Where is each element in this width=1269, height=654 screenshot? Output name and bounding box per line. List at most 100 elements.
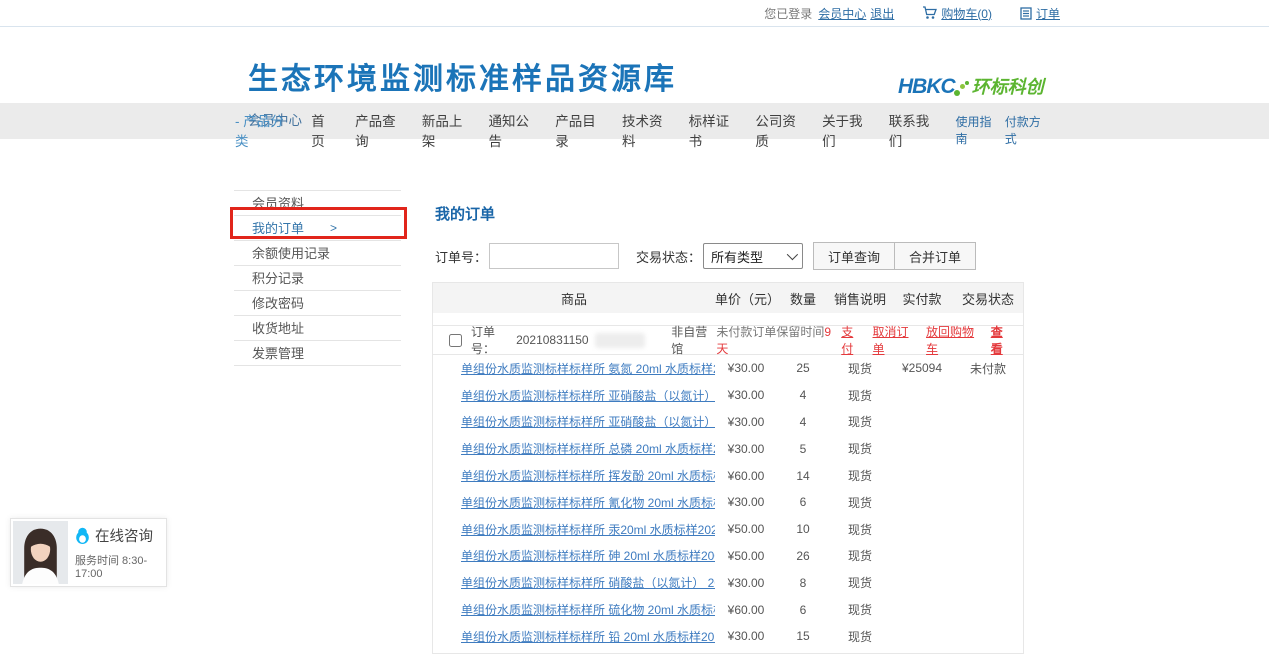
unit-price: ¥30.00 — [715, 495, 777, 509]
login-status: 您已登录 会员中心退出 — [764, 5, 894, 22]
site-logo-text[interactable]: 生态环境监测标准样品资源库 — [248, 65, 677, 95]
quantity: 15 — [777, 629, 829, 643]
product-link[interactable]: 单组份水质监测标样标样所 砷 20ml 水质标样200455 — [433, 547, 715, 564]
brand-name-cn: 环标科创 — [972, 73, 1044, 99]
sidebar-item[interactable]: 我的订单 > — [234, 216, 401, 241]
site-header: 生态环境监测标准样品资源库 HBKC 环标科创 - 产品分类 首页产品查询新品上… — [0, 27, 1269, 103]
topbar: 您已登录 会员中心退出 购物车(0) 订单 — [0, 0, 1269, 27]
shop-tag: 非自营馆 — [671, 323, 716, 357]
order-link[interactable]: 订单 — [1036, 5, 1060, 22]
order-search-form: 订单号： 交易状态： 所有类型 订单查询 合并订单 — [435, 242, 1024, 270]
column-header: 销售说明 — [829, 289, 891, 308]
order-action-link[interactable]: 取消订单 — [873, 323, 918, 357]
status-label: 交易状态： — [636, 247, 701, 266]
order-product-row: 单组份水质监测标样标样所 总磷 20ml 水质标样203997 ¥30.00 5… — [433, 435, 1023, 462]
qq-penguin-icon — [75, 527, 90, 544]
product-link[interactable]: 单组份水质监测标样标样所 亚硝酸盐（以氮计） 20ml 水质标样200644 — [433, 413, 715, 430]
order-no-value: 20210831150 — [516, 333, 589, 347]
nav-category-bullet: - — [235, 114, 240, 129]
sale-note: 现货 — [829, 601, 891, 618]
hbkc-brand-logo: HBKC 环标科创 — [898, 73, 1044, 99]
merge-orders-button[interactable]: 合并订单 — [894, 242, 976, 270]
sidebar-item-label: 我的订单 — [252, 221, 304, 236]
order-action-link[interactable]: 查看 — [991, 323, 1013, 357]
sale-note: 现货 — [829, 413, 891, 430]
sale-note: 现货 — [829, 574, 891, 591]
quantity: 6 — [777, 603, 829, 617]
product-link[interactable]: 单组份水质监测标样标样所 亚硝酸盐（以氮计） 20ml 水质标样200643 — [433, 387, 715, 404]
order-checkbox[interactable] — [449, 334, 462, 347]
sale-note: 现货 — [829, 387, 891, 404]
unit-price: ¥30.00 — [715, 629, 777, 643]
product-link[interactable]: 单组份水质监测标样标样所 汞20ml 水质标样202051 — [433, 521, 715, 538]
sidebar-item-label: 发票管理 — [252, 346, 304, 361]
hbkc-logo-dots-icon — [953, 81, 969, 99]
column-header: 实付款 — [891, 289, 953, 308]
order-no-prefix: 订单号： — [471, 323, 516, 357]
sidebar-item-label: 修改密码 — [252, 296, 304, 311]
active-arrow-icon: > — [330, 216, 337, 241]
content-area: 会员资料 我的订单 > 余额使用记录 积分记录 修改密码 — [0, 139, 1269, 619]
order-group: 订单 — [1020, 5, 1060, 22]
product-link[interactable]: 单组份水质监测标样标样所 硝酸盐（以氮计） 20ml 水质标样200850 — [433, 574, 715, 591]
sidebar-item[interactable]: 发票管理 — [234, 341, 401, 366]
sale-note: 现货 — [829, 440, 891, 457]
sidebar-item-label: 积分记录 — [252, 271, 304, 286]
unit-price: ¥60.00 — [715, 603, 777, 617]
paid-amount: ¥25094 — [891, 361, 953, 375]
orders-panel: 我的订单 订单号： 交易状态： 所有类型 订单查询 合并订单 商品单价（元）数量… — [432, 190, 1024, 654]
order-list-icon — [1020, 7, 1032, 20]
product-link[interactable]: 单组份水质监测标样标样所 总磷 20ml 水质标样203997 — [433, 440, 715, 457]
sale-note: 现货 — [829, 494, 891, 511]
order-product-row: 单组份水质监测标样标样所 挥发酚 20ml 水质标样200364 ¥60.00 … — [433, 462, 1023, 489]
unit-price: ¥30.00 — [715, 361, 777, 375]
product-link[interactable]: 单组份水质监测标样标样所 硫化物 20ml 水质标样205544 — [433, 601, 715, 618]
sidebar-item[interactable]: 积分记录 — [234, 266, 401, 291]
sidebar-item-label: 余额使用记录 — [252, 246, 330, 261]
sidebar-item[interactable]: 会员资料 — [234, 191, 401, 216]
order-product-row: 单组份水质监测标样标样所 亚硝酸盐（以氮计） 20ml 水质标样200644 ¥… — [433, 409, 1023, 436]
orders-table: 商品单价（元）数量销售说明实付款交易状态 订单号：20210831150 非自营… — [432, 282, 1024, 654]
quantity: 4 — [777, 388, 829, 402]
quantity: 4 — [777, 415, 829, 429]
sidebar-item[interactable]: 修改密码 — [234, 291, 401, 316]
product-link[interactable]: 单组份水质监测标样标样所 氰化物 20ml 水质标样201757 — [433, 494, 715, 511]
query-button[interactable]: 订单查询 — [813, 242, 895, 270]
product-link[interactable]: 单组份水质监测标样标样所 挥发酚 20ml 水质标样200364 — [433, 467, 715, 484]
logout-link[interactable]: 退出 — [870, 5, 894, 22]
table-header-row: 商品单价（元）数量销售说明实付款交易状态 — [433, 283, 1023, 313]
quantity: 8 — [777, 576, 829, 590]
unit-price: ¥30.00 — [715, 442, 777, 456]
member-center-link[interactable]: 会员中心 — [818, 5, 866, 22]
sidebar-item[interactable]: 收货地址 — [234, 316, 401, 341]
order-product-row: 单组份水质监测标样标样所 氰化物 20ml 水质标样201757 ¥30.00 … — [433, 489, 1023, 516]
order-action-link[interactable]: 支付 — [841, 323, 863, 357]
sidebar-item-label: 收货地址 — [252, 321, 304, 336]
order-product-row: 单组份水质监测标样标样所 汞20ml 水质标样202051 ¥50.00 10 … — [433, 516, 1023, 543]
sale-note: 现货 — [829, 547, 891, 564]
order-action-link[interactable]: 放回购物车 — [926, 323, 982, 357]
cart-group: 购物车(0) — [922, 5, 992, 22]
cart-link[interactable]: 购物车(0) — [941, 5, 992, 22]
hold-time-text: 未付款订单保留时间9天 — [716, 323, 835, 357]
column-header: 单价（元） — [715, 289, 777, 308]
product-link[interactable]: 单组份水质监测标样标样所 氨氮 20ml 水质标样2005153 — [433, 360, 715, 377]
status-select-value: 所有类型 — [711, 247, 763, 266]
online-chat-widget[interactable]: 在线咨询 服务时间 8:30-17:00 — [10, 518, 167, 587]
order-no-input[interactable] — [489, 243, 619, 269]
sale-note: 现货 — [829, 360, 891, 377]
order-product-rows: 单组份水质监测标样标样所 氨氮 20ml 水质标样2005153 ¥30.00 … — [433, 355, 1023, 650]
product-link[interactable]: 单组份水质监测标样标样所 铅 20ml 水质标样201240 — [433, 628, 715, 645]
hold-text: 未付款订单保留时间 — [716, 325, 824, 339]
unit-price: ¥50.00 — [715, 522, 777, 536]
column-header: 交易状态 — [953, 289, 1023, 308]
unit-price: ¥50.00 — [715, 549, 777, 563]
column-header: 商品 — [433, 289, 715, 308]
order-product-row: 单组份水质监测标样标样所 氨氮 20ml 水质标样2005153 ¥30.00 … — [433, 355, 1023, 382]
order-product-row: 单组份水质监测标样标样所 硫化物 20ml 水质标样205544 ¥60.00 … — [433, 596, 1023, 623]
sidebar-item[interactable]: 余额使用记录 — [234, 241, 401, 266]
sidebar-item-label: 会员资料 — [252, 196, 304, 211]
quantity: 14 — [777, 469, 829, 483]
sale-note: 现货 — [829, 628, 891, 645]
status-select[interactable]: 所有类型 — [703, 243, 803, 269]
